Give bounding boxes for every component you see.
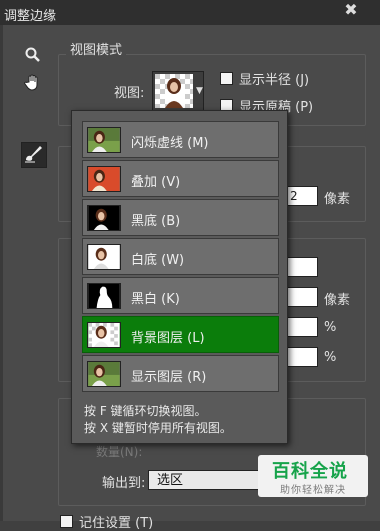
thumbnail-marching-ants — [87, 127, 121, 153]
close-icon[interactable]: ✖ — [340, 0, 362, 20]
view-option-overlay[interactable]: 叠加 (V) — [82, 160, 279, 197]
view-thumbnail — [155, 74, 193, 108]
amount-label: 数量(N): — [96, 445, 143, 459]
contrast-field[interactable] — [286, 317, 318, 337]
view-option-black-white[interactable]: 黑白 (K) — [82, 277, 279, 314]
smooth-field[interactable] — [286, 257, 318, 277]
view-list: 闪烁虚线 (M) 叠加 (V) 黑底 (B) 白底 (W) 黑白 (K) 背景图… — [82, 121, 279, 394]
view-option-on-black[interactable]: 黑底 (B) — [82, 199, 279, 236]
view-hints: 按 F 键循环切换视图。 按 X 键暂时停用所有视图。 — [84, 403, 232, 437]
checkbox-box[interactable] — [220, 72, 233, 85]
remember-settings-label: 记住设置 (T) — [79, 516, 154, 531]
zoom-icon[interactable] — [21, 46, 45, 70]
view-option-marching-ants[interactable]: 闪烁虚线 (M) — [82, 121, 279, 158]
tool-column — [21, 46, 47, 168]
view-option-label: 显示图层 (R) — [131, 370, 207, 385]
window-title: 调整边缘 — [4, 9, 57, 24]
output-to-label: 输出到: — [102, 476, 146, 491]
thumbnail-on-layers — [87, 322, 121, 348]
radius-field[interactable]: 2 — [286, 186, 318, 206]
shift-edge-field[interactable] — [286, 347, 318, 367]
hint-disable-views: 按 X 键暂时停用所有视图。 — [84, 421, 232, 435]
view-option-label: 叠加 (V) — [131, 175, 181, 190]
view-option-label: 黑底 (B) — [131, 214, 181, 229]
view-picker-button[interactable]: ▼ — [152, 71, 204, 113]
hand-icon[interactable] — [21, 73, 45, 97]
feather-field[interactable] — [286, 287, 318, 307]
remember-settings-checkbox[interactable]: 记住设置 (T) — [60, 512, 153, 531]
watermark-subtitle: 助你轻松解决 — [280, 485, 346, 496]
view-option-on-layers[interactable]: 背景图层 (L) — [82, 316, 279, 353]
thumbnail-reveal-layer — [87, 361, 121, 387]
feather-unit: 像素 — [324, 293, 351, 308]
window-titlebar: 调整边缘 ✖ — [0, 0, 380, 26]
left-edge — [0, 25, 3, 521]
watermark-title: 百科全说 — [272, 461, 348, 482]
contrast-unit: % — [324, 320, 337, 335]
chevron-down-icon: ▼ — [196, 86, 203, 96]
hint-cycle-views: 按 F 键循环切换视图。 — [84, 404, 207, 418]
view-picker-popup: 闪烁虚线 (M) 叠加 (V) 黑底 (B) 白底 (W) 黑白 (K) 背景图… — [71, 110, 288, 444]
show-radius-label: 显示半径 (J) — [239, 73, 310, 88]
show-radius-checkbox[interactable]: 显示半径 (J) — [220, 69, 309, 88]
shift-edge-unit: % — [324, 350, 337, 365]
checkbox-box[interactable] — [60, 515, 73, 528]
radius-unit: 像素 — [324, 192, 351, 207]
thumbnail-on-black — [87, 205, 121, 231]
thumbnail-overlay — [87, 166, 121, 192]
refine-radius-brush-icon[interactable] — [21, 142, 47, 168]
view-option-on-white[interactable]: 白底 (W) — [82, 238, 279, 275]
view-option-label: 背景图层 (L) — [131, 331, 205, 346]
view-option-reveal-layer[interactable]: 显示图层 (R) — [82, 355, 279, 392]
view-option-label: 闪烁虚线 (M) — [131, 136, 209, 151]
thumbnail-black-white — [87, 283, 121, 309]
thumbnail-on-white — [87, 244, 121, 270]
view-option-label: 白底 (W) — [131, 253, 185, 268]
view-mode-title: 视图模式 — [66, 39, 127, 58]
view-option-label: 黑白 (K) — [131, 292, 180, 307]
view-label: 视图: — [114, 86, 145, 101]
watermark-logo: 百科全说 助你轻松解决 — [258, 455, 368, 497]
